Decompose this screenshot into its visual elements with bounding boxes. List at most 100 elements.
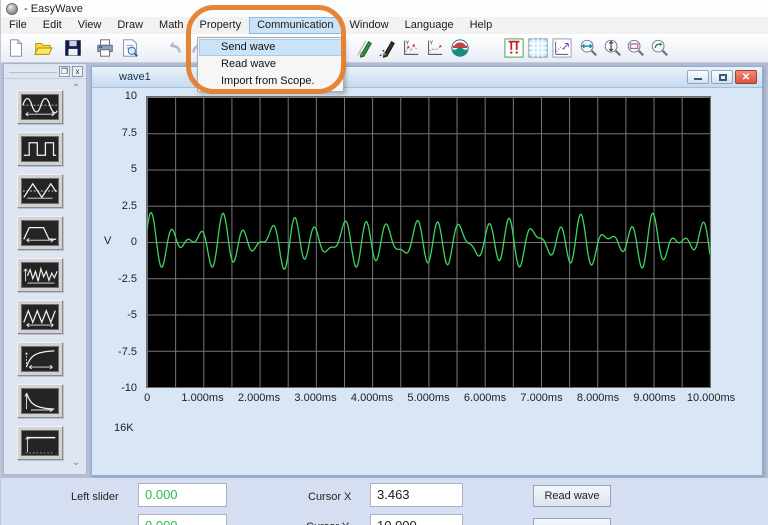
minimize-icon[interactable]: [687, 70, 709, 84]
menu-draw[interactable]: Draw: [109, 17, 151, 34]
svg-text:Y: Y: [406, 40, 410, 46]
undo-icon[interactable]: [164, 37, 186, 59]
toolbar: Y Y: [1, 34, 768, 63]
y-tick: 0: [131, 236, 137, 248]
trapezoid-wave-icon: [21, 220, 59, 246]
square-wave-button[interactable]: [17, 132, 63, 166]
dc-wave-button[interactable]: [17, 426, 63, 460]
exp-decay-wave-button[interactable]: [17, 384, 63, 418]
new-file-icon[interactable]: [5, 37, 27, 59]
square-wave-icon: [21, 136, 59, 162]
markers-toggle-icon[interactable]: [503, 37, 525, 59]
menu-help[interactable]: Help: [462, 17, 501, 34]
wave-palette: ❐ x ⌃ ⌄: [3, 63, 87, 475]
zoom-vertical-icon[interactable]: [601, 37, 623, 59]
sine-wave-icon: [21, 94, 59, 120]
y-tick: 10: [125, 90, 137, 102]
palette-grip[interactable]: [9, 71, 57, 73]
noise-wave-button[interactable]: [17, 258, 63, 292]
menu-view[interactable]: View: [70, 17, 110, 34]
wave1-window: wave1 ✕ V 10 7.5 5 2.5 0 -2.5 -5 -7.5: [91, 66, 763, 476]
menu-property[interactable]: Property: [192, 17, 250, 34]
left-slider-label: Left slider: [71, 491, 119, 503]
x-tick: 2.000ms: [238, 392, 280, 404]
waveform: [147, 97, 710, 387]
menu-math[interactable]: Math: [151, 17, 191, 34]
wave1-titlebar[interactable]: wave1 ✕: [92, 67, 762, 88]
zoom-window-icon[interactable]: [624, 37, 646, 59]
communication-menu-dropdown: Send wave Read wave Import from Scope.: [197, 37, 344, 92]
palette-maximize-icon[interactable]: ❐: [59, 66, 70, 77]
waveform-plot[interactable]: [146, 96, 711, 388]
x-tick: 0: [144, 392, 150, 404]
print-preview-icon[interactable]: [119, 37, 141, 59]
window-title: - EasyWave: [24, 3, 83, 15]
sawtooth-wave-icon: [21, 304, 59, 330]
palette-buttons: [4, 90, 76, 468]
chart-zone: V 10 7.5 5 2.5 0 -2.5 -5 -7.5 -10: [92, 88, 762, 475]
palette-close-icon[interactable]: x: [72, 66, 83, 77]
exp-rise-wave-icon: [21, 346, 59, 372]
x-tick: 9.000ms: [633, 392, 675, 404]
maximize-icon[interactable]: [711, 70, 733, 84]
draw-line-pen-icon[interactable]: [353, 37, 375, 59]
noise-wave-icon: [21, 262, 59, 288]
menu-file[interactable]: File: [1, 17, 35, 34]
sawtooth-wave-button[interactable]: [17, 300, 63, 334]
y-tick: -5: [127, 309, 137, 321]
exp-decay-wave-icon: [21, 388, 59, 414]
menu-item-send-wave[interactable]: Send wave: [199, 39, 342, 56]
grid-toggle-icon[interactable]: [527, 37, 549, 59]
svg-text:Y: Y: [430, 40, 434, 46]
edit-points-y-icon[interactable]: Y: [424, 37, 446, 59]
left-slider-input[interactable]: 0.000: [138, 483, 227, 507]
menu-item-read-wave[interactable]: Read wave: [199, 56, 342, 73]
right-slider-input[interactable]: 0.000: [138, 514, 227, 525]
x-tick: 10.000ms: [687, 392, 735, 404]
window-titlebar: - EasyWave: [1, 0, 768, 17]
save-file-icon[interactable]: [62, 37, 84, 59]
y-tick: 5: [131, 163, 137, 175]
print-icon[interactable]: [94, 37, 116, 59]
y-axis-ticks: 10 7.5 5 2.5 0 -2.5 -5 -7.5 -10: [92, 96, 142, 388]
x-tick: 1.000ms: [181, 392, 223, 404]
close-icon[interactable]: ✕: [735, 70, 757, 84]
palette-titlebar[interactable]: ❐ x: [4, 64, 86, 79]
zoom-curve-icon[interactable]: [551, 37, 573, 59]
y-tick: 7.5: [122, 127, 137, 139]
device-icon[interactable]: [449, 37, 471, 59]
bottom-panel: Left slider 0.000 Cursor X 3.463 Read wa…: [1, 478, 768, 525]
x-tick: 8.000ms: [577, 392, 619, 404]
menu-edit[interactable]: Edit: [35, 17, 70, 34]
menubar: File Edit View Draw Math Property Commun…: [1, 17, 768, 34]
open-file-icon[interactable]: [32, 37, 54, 59]
zoom-horizontal-icon[interactable]: [577, 37, 599, 59]
cursor-y-input[interactable]: 10.000: [370, 514, 463, 525]
menu-window[interactable]: Window: [342, 17, 397, 34]
x-axis-ticks: 0 1.000ms 2.000ms 3.000ms 4.000ms 5.000m…: [146, 392, 711, 406]
app-globe-icon: [6, 3, 18, 15]
x-tick: 5.000ms: [407, 392, 449, 404]
cursor-y-label: Cursor Y: [306, 521, 349, 525]
x-tick: 4.000ms: [351, 392, 393, 404]
mdi-workspace: ❐ x ⌃ ⌄: [1, 63, 768, 478]
cursor-x-input[interactable]: 3.463: [370, 483, 463, 507]
sample-count-label: 16K: [114, 422, 134, 434]
draw-freehand-pen-icon[interactable]: [376, 37, 398, 59]
menu-item-import-from-scope[interactable]: Import from Scope.: [199, 73, 342, 90]
edit-points-x-icon[interactable]: Y: [400, 37, 422, 59]
zoom-restore-icon[interactable]: [648, 37, 670, 59]
triangle-wave-button[interactable]: [17, 174, 63, 208]
dc-wave-icon: [21, 430, 59, 456]
menu-communication[interactable]: Communication: [249, 17, 341, 34]
wave1-title: wave1: [119, 71, 151, 83]
sine-wave-button[interactable]: [17, 90, 63, 124]
send-wave-button[interactable]: [533, 518, 611, 525]
read-wave-button[interactable]: Read wave: [533, 485, 611, 507]
y-tick: -7.5: [118, 346, 137, 358]
menu-language[interactable]: Language: [397, 17, 462, 34]
exp-rise-wave-button[interactable]: [17, 342, 63, 376]
x-tick: 3.000ms: [294, 392, 336, 404]
y-tick: -2.5: [118, 273, 137, 285]
trapezoid-wave-button[interactable]: [17, 216, 63, 250]
